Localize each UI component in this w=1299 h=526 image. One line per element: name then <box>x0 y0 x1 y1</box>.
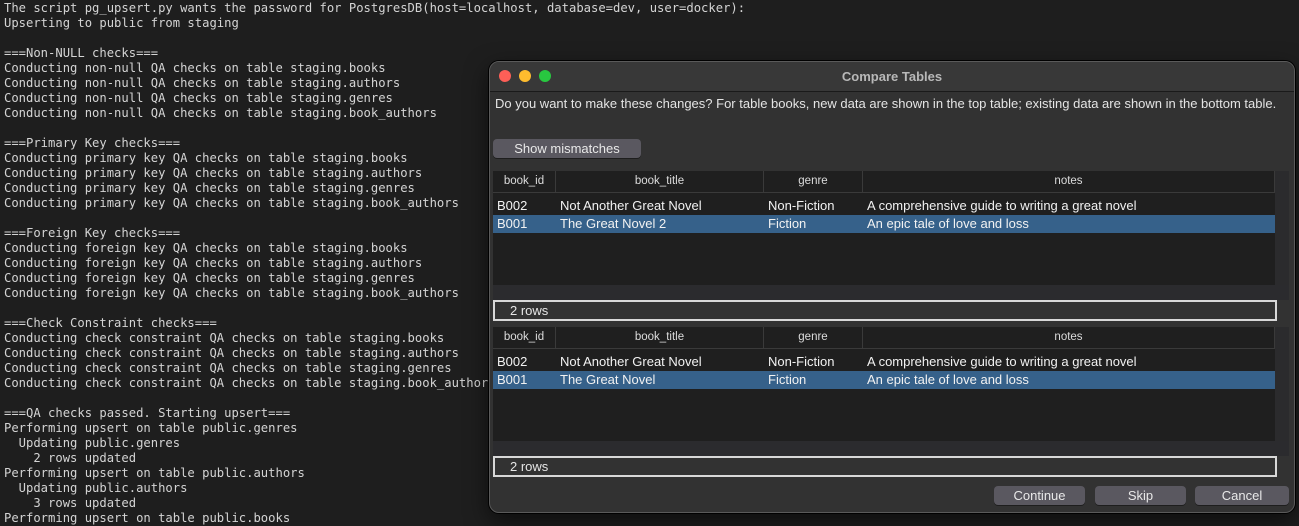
cell-genre: Non-Fiction <box>768 198 835 213</box>
skip-button[interactable]: Skip <box>1095 486 1186 505</box>
row-count-field: 2 rows <box>493 300 1277 321</box>
dialog-prompt: Do you want to make these changes? For t… <box>495 96 1277 111</box>
cell-book-title: The Great Novel 2 <box>560 216 667 231</box>
table-row-selected[interactable]: B001 The Great Novel Fiction An epic tal… <box>493 371 1275 389</box>
column-header-notes[interactable]: notes <box>863 327 1275 348</box>
column-header-book-title[interactable]: book_title <box>556 171 764 192</box>
new-data-table[interactable]: book_id book_title genre notes B002 Not … <box>493 171 1275 285</box>
compare-tables-dialog: Compare Tables Do you want to make these… <box>489 61 1295 513</box>
row-count-field: 2 rows <box>493 456 1277 477</box>
column-header-notes[interactable]: notes <box>863 171 1275 192</box>
cell-notes: A comprehensive guide to writing a great… <box>867 198 1137 213</box>
cell-genre: Non-Fiction <box>768 354 835 369</box>
table-row[interactable]: B002 Not Another Great Novel Non-Fiction… <box>493 353 1275 371</box>
table-row[interactable]: B002 Not Another Great Novel Non-Fiction… <box>493 197 1275 215</box>
column-header-genre[interactable]: genre <box>764 327 863 348</box>
existing-data-table[interactable]: book_id book_title genre notes B002 Not … <box>493 327 1275 441</box>
column-header-book-id[interactable]: book_id <box>493 171 556 192</box>
cell-notes: A comprehensive guide to writing a great… <box>867 354 1137 369</box>
dialog-title: Compare Tables <box>841 69 943 84</box>
cell-notes: An epic tale of love and loss <box>867 216 1029 231</box>
horizontal-scrollbar[interactable] <box>493 441 1289 456</box>
column-header-genre[interactable]: genre <box>764 171 863 192</box>
table-header: book_id book_title genre notes <box>493 171 1275 193</box>
terminal-line: ===Non-NULL checks=== <box>4 46 159 60</box>
cell-book-id: B002 <box>497 198 528 213</box>
terminal-line: Upserting to public from staging <box>4 16 239 30</box>
cell-book-id: B001 <box>497 216 528 231</box>
column-header-book-id[interactable]: book_id <box>493 327 556 348</box>
terminal-line: The script pg_upsert.py wants the passwo… <box>4 1 746 15</box>
terminal-line: Performing upsert on table public.books <box>4 511 291 525</box>
horizontal-scrollbar[interactable] <box>493 285 1289 300</box>
cell-genre: Fiction <box>768 216 807 231</box>
cell-book-id: B001 <box>497 372 528 387</box>
cell-book-id: B002 <box>497 354 528 369</box>
vertical-scrollbar[interactable] <box>1275 171 1289 285</box>
row-count-label: 2 rows <box>510 303 549 318</box>
cell-book-title: Not Another Great Novel <box>560 198 702 213</box>
column-header-book-title[interactable]: book_title <box>556 327 764 348</box>
continue-button[interactable]: Continue <box>994 486 1085 505</box>
cell-book-title: The Great Novel <box>560 372 656 387</box>
table-header: book_id book_title genre notes <box>493 327 1275 349</box>
table-row-selected[interactable]: B001 The Great Novel 2 Fiction An epic t… <box>493 215 1275 233</box>
cancel-button[interactable]: Cancel <box>1195 486 1289 505</box>
show-mismatches-button[interactable]: Show mismatches <box>493 139 641 158</box>
row-count-label: 2 rows <box>510 459 549 474</box>
cell-notes: An epic tale of love and loss <box>867 372 1029 387</box>
cell-genre: Fiction <box>768 372 807 387</box>
cell-book-title: Not Another Great Novel <box>560 354 702 369</box>
vertical-scrollbar[interactable] <box>1275 327 1289 441</box>
title-bar: Compare Tables <box>490 62 1294 92</box>
